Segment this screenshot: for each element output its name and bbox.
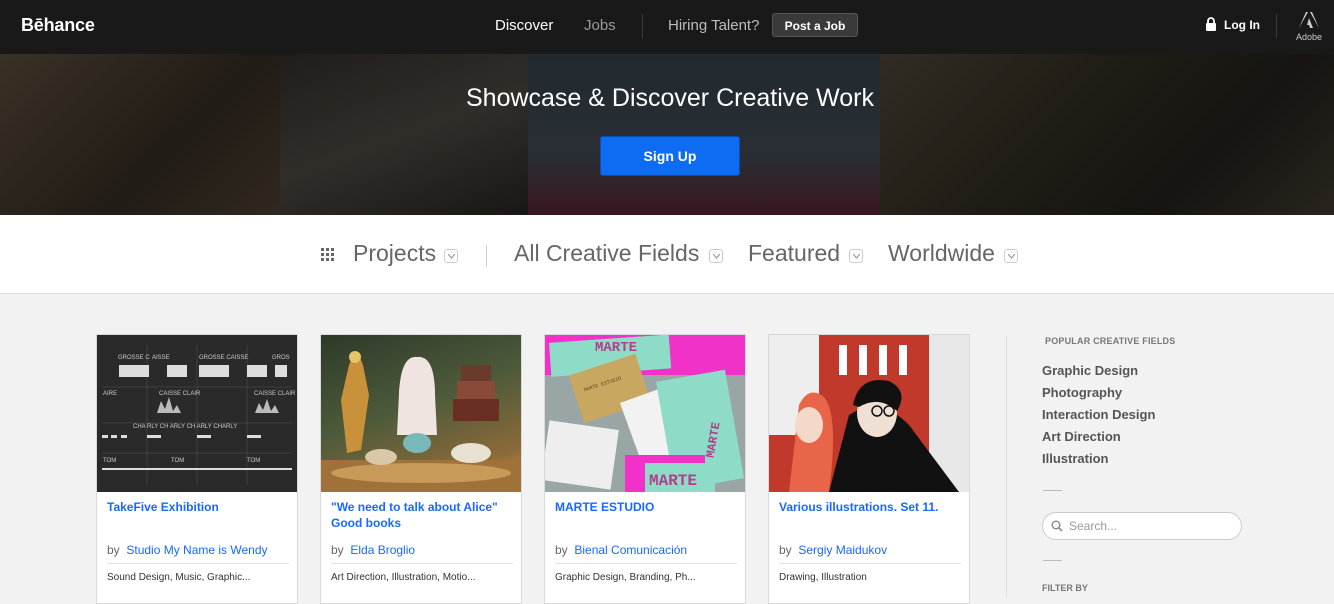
illustration-artwork [769,335,969,492]
card-divider [779,563,961,564]
chevron-down-icon[interactable] [709,249,723,263]
post-job-button[interactable]: Post a Job [772,13,858,37]
search-placeholder: Search... [1069,519,1118,533]
art-text: CHA RLY CH ARLY CH ARLY CHARLY [133,424,237,430]
project-owner-line: by Bienal Comunicación [555,543,687,557]
top-bar: Bēhance Discover Jobs Hiring Talent? Pos… [0,0,1334,54]
chevron-down-icon[interactable] [1004,249,1018,263]
art-text: TOM [247,458,260,464]
sidebar-dash [1043,490,1062,491]
chevron-down-icon[interactable] [444,249,458,263]
project-title[interactable]: TakeFive Exhibition [107,499,289,515]
project-thumbnail[interactable]: MARTE MARTE MARTE MARTE ESTUDIO [545,335,745,492]
nav-jobs[interactable]: Jobs [584,17,616,34]
by-label: by [331,543,344,557]
login-link[interactable]: Log In [1224,18,1260,32]
project-title[interactable]: MARTE ESTUDIO [555,499,737,515]
adobe-divider [1276,14,1277,38]
project-thumbnail[interactable]: GROSSE C AISSE GROSSE CAISSE GROS AIRE C… [97,335,297,492]
project-owner-link[interactable]: Sergiy Maidukov [798,543,887,557]
hero-overlay [0,54,1334,215]
project-card[interactable]: Various illustrations. Set 11. by Sergiy… [768,334,970,604]
hero-banner: Showcase & Discover Creative Work Sign U… [0,54,1334,215]
search-input[interactable]: Search... [1042,512,1242,540]
chevron-down-icon[interactable] [849,249,863,263]
art-text: GROSSE C [118,355,150,361]
nav-discover[interactable]: Discover [495,17,553,34]
art-text: CAISSE CLAIR [254,391,296,397]
art-text: GROSSE CAISSE [199,355,248,361]
project-owner-link[interactable]: Bienal Comunicación [574,543,687,557]
by-label: by [107,543,120,557]
behance-logo[interactable]: Bēhance [21,15,95,36]
by-label: by [555,543,568,557]
project-card[interactable]: GROSSE C AISSE GROSSE CAISSE GROS AIRE C… [96,334,298,604]
art-text: MARTE [595,340,637,356]
project-fields: Art Direction, Illustration, Motio... [331,572,476,583]
sidebar-link-illustration[interactable]: Illustration [1042,451,1108,466]
popular-fields-heading: POPULAR CREATIVE FIELDS [1045,336,1176,346]
filter-creative-fields[interactable]: All Creative Fields [514,240,699,267]
art-text: TOM [103,458,116,464]
grid-icon[interactable] [321,248,334,261]
filter-featured[interactable]: Featured [748,240,840,267]
project-owner-line: by Sergiy Maidukov [779,543,887,557]
project-card[interactable]: MARTE MARTE MARTE MARTE ESTUDIO MARTE ES… [544,334,746,604]
card-divider [331,563,513,564]
sign-up-button[interactable]: Sign Up [600,136,740,176]
project-owner-link[interactable]: Elda Broglio [350,543,415,557]
nav-hiring-talent[interactable]: Hiring Talent? [668,17,759,34]
filter-bar: Projects All Creative Fields Featured Wo… [0,215,1334,294]
art-text: CAISSE CLAIR [159,391,201,397]
by-label: by [779,543,792,557]
sidebar-divider [1006,336,1007,597]
project-card[interactable]: "We need to talk about Alice" Good books… [320,334,522,604]
marte-artwork: MARTE MARTE MARTE MARTE ESTUDIO [545,335,745,492]
search-icon [1051,520,1063,532]
card-divider [107,563,289,564]
filter-by-heading: FILTER BY [1042,583,1088,593]
project-fields: Sound Design, Music, Graphic... [107,572,251,583]
adobe-icon[interactable] [1299,12,1319,28]
sidebar-link-interaction-design[interactable]: Interaction Design [1042,407,1155,422]
project-owner-line: by Studio My Name is Wendy [107,543,268,557]
project-thumbnail[interactable] [769,335,969,492]
project-fields: Graphic Design, Branding, Ph... [555,572,696,583]
art-text: GROS [272,355,290,361]
project-thumbnail[interactable] [321,335,521,492]
art-text: AISSE [152,355,170,361]
project-owner-line: by Elda Broglio [331,543,415,557]
sidebar-link-art-direction[interactable]: Art Direction [1042,429,1121,444]
hero-title: Showcase & Discover Creative Work [465,84,874,112]
filter-worldwide[interactable]: Worldwide [888,240,995,267]
project-title[interactable]: Various illustrations. Set 11. [779,499,961,515]
alice-artwork [321,351,521,492]
lock-icon [1206,17,1216,31]
sidebar-link-graphic-design[interactable]: Graphic Design [1042,363,1138,378]
project-owner-link[interactable]: Studio My Name is Wendy [126,543,267,557]
sidebar-link-photography[interactable]: Photography [1042,385,1122,400]
art-text: AIRE [103,391,117,397]
art-text: MARTE [649,472,697,490]
filter-projects[interactable]: Projects [353,240,436,267]
project-title[interactable]: "We need to talk about Alice" Good books [331,499,513,531]
art-text: TOM [171,458,184,464]
filter-divider [486,245,487,267]
sidebar-dash [1043,560,1062,561]
takefive-artwork: GROSSE C AISSE GROSSE CAISSE GROS AIRE C… [102,345,296,485]
card-divider [555,563,737,564]
project-fields: Drawing, Illustration [779,572,867,583]
adobe-label: Adobe [1296,32,1323,42]
nav-divider [642,14,643,38]
